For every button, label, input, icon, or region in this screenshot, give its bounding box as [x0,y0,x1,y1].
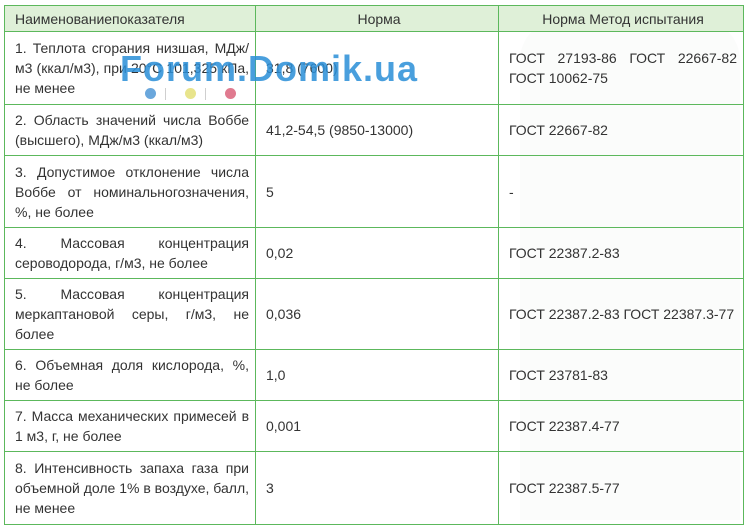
method-cell: ГОСТ 22387.2-83 [498,227,744,279]
header-method: Норма Метод испытания [498,5,744,32]
method-cell: ГОСТ 22667-82 [498,104,744,156]
page: Наименованиепоказателя Норма Норма Метод… [0,0,747,532]
table-row: 1. Теплота сгорания низшая, МДж/м3 (ккал… [4,31,744,105]
table-row: 7. Масса механических примесей в 1 м3, г… [4,400,744,452]
norm-cell: 41,2-54,5 (9850-13000) [255,104,499,156]
header-norm: Норма [255,5,499,32]
header-indicator: Наименованиепоказателя [4,5,256,32]
indicator-cell: 2. Область значений числа Воббе (высшего… [4,104,256,156]
norm-cell: 0,001 [255,400,499,452]
table-row: 4. Массовая концентрация сероводорода, г… [4,227,744,279]
norm-cell: 31,8 (7600) [255,31,499,105]
norm-cell: 0,02 [255,227,499,279]
norm-cell: 1,0 [255,349,499,401]
method-cell: ГОСТ 22387.5-77 [498,451,744,525]
method-cell: ГОСТ 22387.4-77 [498,400,744,452]
indicator-cell: 3. Допустимое отклонение числа Воббе от … [4,155,256,228]
indicator-cell: 7. Масса механических примесей в 1 м3, г… [4,400,256,452]
indicator-cell: 6. Объемная доля кислорода, %, не более [4,349,256,401]
table-row: 8. Интенсивность запаха газа при объемно… [4,451,744,525]
indicator-cell: 5. Массовая концентрация меркаптановой с… [4,278,256,350]
table-row: 3. Допустимое отклонение числа Воббе от … [4,155,744,228]
table-row: 6. Объемная доля кислорода, %, не более … [4,349,744,401]
norm-cell: 3 [255,451,499,525]
indicator-cell: 4. Массовая концентрация сероводорода, г… [4,227,256,279]
method-cell: ГОСТ 22387.2-83 ГОСТ 22387.3-77 [498,278,744,350]
norm-cell: 0,036 [255,278,499,350]
table-row: 2. Область значений числа Воббе (высшего… [4,104,744,156]
method-cell: ГОСТ 27193-86 ГОСТ 22667-82 ГОСТ 10062-7… [498,31,744,105]
indicator-cell: 8. Интенсивность запаха газа при объемно… [4,451,256,525]
table-header-row: Наименованиепоказателя Норма Норма Метод… [4,5,744,32]
table-row: 5. Массовая концентрация меркаптановой с… [4,278,744,350]
indicator-cell: 1. Теплота сгорания низшая, МДж/м3 (ккал… [4,31,256,105]
gas-quality-table: Наименованиепоказателя Норма Норма Метод… [4,5,744,525]
method-cell: ГОСТ 23781-83 [498,349,744,401]
norm-cell: 5 [255,155,499,228]
method-cell: - [498,155,744,228]
